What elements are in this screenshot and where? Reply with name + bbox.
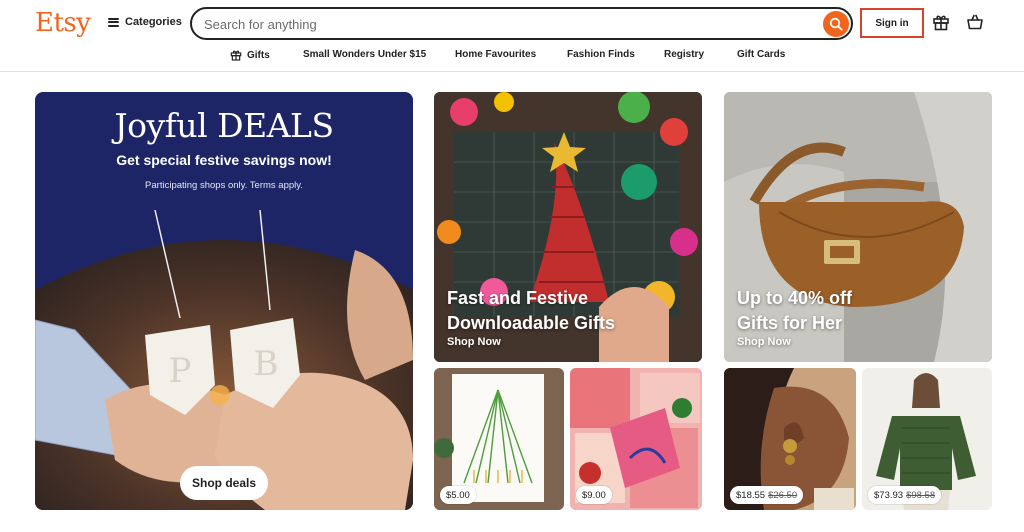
hero-terms-note: Participating shops only. Terms apply. <box>145 180 303 191</box>
search-bar <box>190 7 853 40</box>
original-price: $98.58 <box>906 489 936 501</box>
nav-item-gifts[interactable]: Gifts <box>230 49 270 61</box>
product-card[interactable]: $18.55 $26.50 <box>724 368 856 510</box>
promo-title-line1: Fast and Festive <box>447 288 589 308</box>
categories-button[interactable]: Categories <box>108 16 182 28</box>
promo-card-downloadable-gifts[interactable]: Fast and Festive Downloadable Gifts Shop… <box>434 92 702 362</box>
search-button[interactable] <box>823 11 849 37</box>
hero-ornaments-image: P B <box>35 210 413 510</box>
search-icon <box>829 17 843 31</box>
promo-title-line2: Downloadable Gifts <box>447 313 616 333</box>
nav-label-gifts: Gifts <box>247 49 270 61</box>
deals-banner[interactable]: Joyful DEALS Get special festive savings… <box>35 92 413 510</box>
nav-item-fashion-finds[interactable]: Fashion Finds <box>567 49 635 60</box>
promo-title-line1: Up to 40% off <box>737 288 852 308</box>
nav-item-small-wonders[interactable]: Small Wonders Under $15 <box>303 49 426 60</box>
categories-label: Categories <box>125 16 182 28</box>
nav-item-gift-cards[interactable]: Gift Cards <box>737 49 785 60</box>
hero-title: Joyful DEALS <box>114 106 334 145</box>
product-card[interactable]: $9.00 <box>570 368 702 510</box>
svg-text:B: B <box>254 344 279 384</box>
nav-item-registry[interactable]: Registry <box>664 49 704 60</box>
shop-now-link[interactable]: Shop Now <box>447 336 501 348</box>
hero-subtitle: Get special festive savings now! <box>116 152 332 168</box>
svg-text:P: P <box>169 351 192 391</box>
product-card[interactable]: $73.93 $98.58 <box>862 368 992 510</box>
search-input[interactable] <box>204 14 804 34</box>
site-header: Etsy Categories Sign in <box>0 0 1024 72</box>
gift-icon <box>230 50 242 61</box>
price-value: $18.55 <box>736 489 766 501</box>
price-value: $73.93 <box>874 489 904 501</box>
price-tag: $5.00 <box>440 486 476 504</box>
category-nav: Gifts Small Wonders Under $15 Home Favou… <box>0 46 1024 66</box>
promo-title-line2: Gifts for Her <box>737 313 843 333</box>
nav-item-home-favourites[interactable]: Home Favourites <box>455 49 536 60</box>
menu-icon <box>108 17 119 27</box>
sign-in-button[interactable]: Sign in <box>860 8 924 38</box>
price-tag: $73.93 $98.58 <box>868 486 942 504</box>
original-price: $26.50 <box>768 489 798 501</box>
promo-card-gifts-for-her[interactable]: Up to 40% off Gifts for Her Shop Now <box>724 92 992 362</box>
etsy-logo[interactable]: Etsy <box>35 8 91 38</box>
price-value: $5.00 <box>446 489 470 501</box>
cart-icon[interactable] <box>966 13 984 31</box>
price-tag: $9.00 <box>576 486 612 504</box>
shop-deals-button[interactable]: Shop deals <box>180 466 268 500</box>
price-tag: $18.55 $26.50 <box>730 486 804 504</box>
shop-now-link[interactable]: Shop Now <box>737 336 791 348</box>
product-card[interactable]: $5.00 <box>434 368 564 510</box>
gift-icon[interactable] <box>932 13 950 31</box>
price-value: $9.00 <box>582 489 606 501</box>
